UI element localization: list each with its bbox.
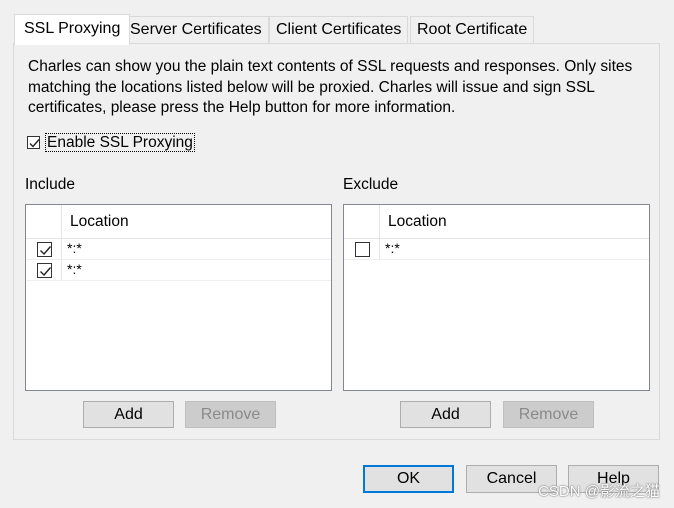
ok-button[interactable]: OK (363, 465, 454, 493)
description-text: Charles can show you the plain text cont… (28, 58, 633, 116)
include-table-header: Location (26, 205, 331, 239)
checkbox-checked-icon[interactable] (27, 136, 40, 149)
include-table: Location *:* *:* (25, 204, 332, 391)
tab-ssl-proxying[interactable]: SSL Proxying (14, 14, 131, 45)
table-row[interactable]: *:* (344, 239, 649, 260)
exclude-add-button[interactable]: Add (400, 401, 491, 428)
watermark-text: CSDN @影流之猫 (538, 483, 660, 500)
tab-client-certificates[interactable]: Client Certificates (269, 16, 409, 43)
location-cell: *:* (61, 260, 82, 280)
table-row[interactable]: *:* (26, 260, 331, 281)
ssl-proxying-panel: Charles can show you the plain text cont… (13, 43, 660, 440)
table-row[interactable]: *:* (26, 239, 331, 260)
include-remove-button[interactable]: Remove (185, 401, 276, 428)
checkbox-checked-icon[interactable] (37, 242, 52, 257)
tab-label: SSL Proxying (24, 20, 121, 37)
location-cell: *:* (61, 239, 82, 259)
tab-label: Client Certificates (276, 21, 402, 38)
location-column-header[interactable]: Location (70, 213, 129, 231)
checkbox-unchecked-icon[interactable] (355, 242, 370, 257)
include-heading: Include (25, 176, 75, 193)
location-column-header[interactable]: Location (388, 213, 447, 231)
include-add-button[interactable]: Add (83, 401, 174, 428)
exclude-heading: Exclude (343, 176, 399, 193)
tab-label: Root Certificate (417, 21, 528, 38)
exclude-remove-button[interactable]: Remove (503, 401, 594, 428)
tab-server-certificates[interactable]: Server Certificates (123, 16, 269, 43)
exclude-table-header: Location (344, 205, 649, 239)
tab-root-certificate[interactable]: Root Certificate (410, 16, 535, 43)
checkbox-checked-icon[interactable] (37, 263, 52, 278)
location-cell: *:* (379, 239, 400, 259)
enable-ssl-proxying-label: Enable SSL Proxying (45, 133, 195, 152)
checkbox-column-header[interactable] (26, 205, 62, 238)
tab-label: Server Certificates (130, 21, 262, 38)
checkbox-column-header[interactable] (344, 205, 380, 238)
exclude-table: Location *:* (343, 204, 650, 391)
